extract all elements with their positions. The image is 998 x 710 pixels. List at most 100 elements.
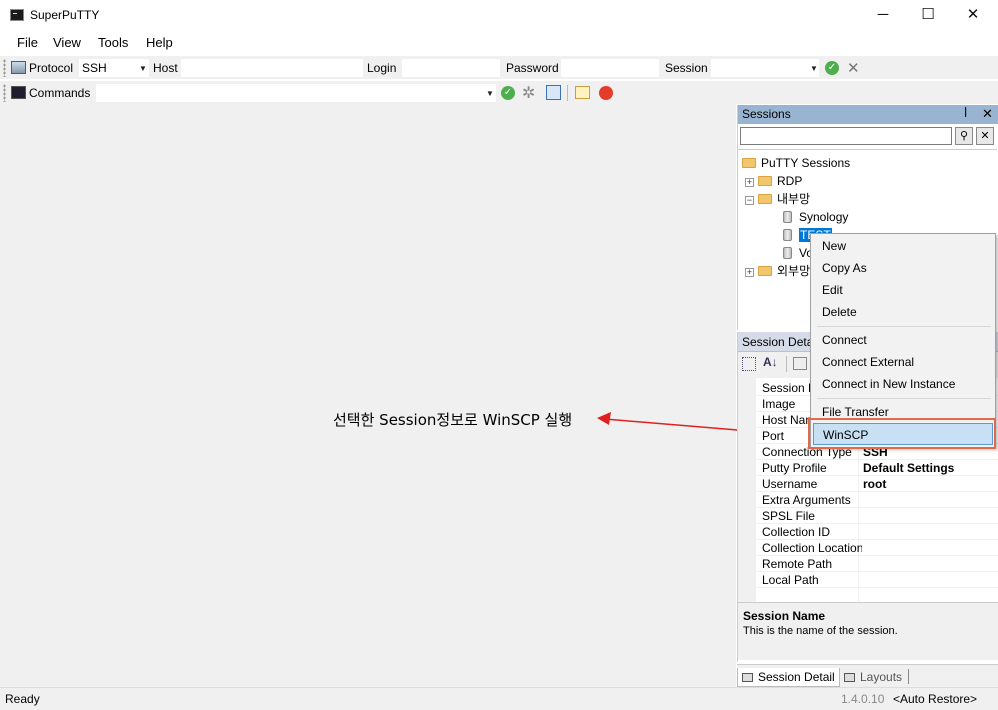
toolbar-grip[interactable] bbox=[3, 59, 6, 77]
menu-item-new[interactable]: New bbox=[813, 235, 993, 257]
tab-layouts[interactable]: Layouts bbox=[840, 668, 906, 687]
close-button[interactable]: ✕ bbox=[950, 0, 996, 30]
detail-panel-title: Session Detail bbox=[742, 335, 819, 349]
panel-tabs: Session Detail Layouts bbox=[737, 664, 998, 687]
sort-alpha-icon[interactable]: A↓ bbox=[763, 355, 778, 369]
property-row[interactable]: Username root bbox=[738, 476, 998, 492]
property-name: Putty Profile bbox=[762, 461, 827, 475]
commands-label: Commands bbox=[29, 86, 91, 100]
commands-input[interactable] bbox=[96, 84, 496, 102]
sessions-panel-header: Sessions ꟾ ✕ bbox=[738, 105, 998, 124]
app-icon bbox=[10, 9, 24, 21]
property-value[interactable]: Default Settings bbox=[863, 461, 954, 475]
description-title: Session Name bbox=[743, 609, 826, 623]
refresh-icon[interactable] bbox=[546, 85, 561, 100]
collapse-icon[interactable]: − bbox=[745, 196, 754, 205]
maximize-button[interactable]: ☐ bbox=[905, 0, 951, 30]
version-label: 1.4.0.10 bbox=[841, 692, 885, 706]
session-icon bbox=[783, 247, 792, 259]
pin-icon[interactable]: ꟾ bbox=[964, 107, 967, 120]
sessions-search-input[interactable] bbox=[740, 127, 952, 145]
description-text: This is the name of the session. bbox=[743, 625, 898, 637]
login-input[interactable] bbox=[402, 59, 500, 77]
tree-node-internal[interactable]: − 내부망 bbox=[745, 190, 810, 208]
broadcast-icon[interactable]: ✲ bbox=[522, 83, 535, 103]
menu-separator bbox=[817, 398, 991, 399]
window-icon bbox=[844, 673, 855, 682]
menu-help[interactable]: Help bbox=[146, 35, 173, 50]
tree-node-external[interactable]: + 외부망 bbox=[745, 262, 810, 280]
property-row[interactable]: Collection Location bbox=[738, 540, 998, 556]
tree-node-label: 외부망 bbox=[777, 264, 811, 278]
tree-node-rdp[interactable]: + RDP bbox=[745, 172, 802, 190]
expand-icon[interactable]: + bbox=[745, 268, 754, 277]
window-icon bbox=[742, 673, 753, 682]
main-workspace bbox=[0, 104, 736, 687]
login-label: Login bbox=[367, 61, 397, 75]
folder-icon bbox=[758, 176, 772, 186]
menu-item-copy-as[interactable]: Copy As bbox=[813, 257, 993, 279]
tree-node-v[interactable]: Vo bbox=[783, 244, 813, 262]
menu-item-connect-new-instance[interactable]: Connect in New Instance bbox=[813, 373, 993, 395]
property-name: Collection Location bbox=[762, 541, 862, 555]
property-row[interactable]: SPSL File bbox=[738, 508, 998, 524]
session-icon bbox=[783, 211, 792, 223]
computer-icon bbox=[11, 61, 26, 74]
folder-open-icon bbox=[742, 158, 756, 168]
property-row[interactable]: Collection ID bbox=[738, 524, 998, 540]
commands-toolbar: Commands ▼ ✓ ✲ bbox=[0, 80, 998, 104]
toolbar-grip[interactable] bbox=[3, 84, 6, 102]
menu-file[interactable]: File bbox=[17, 35, 38, 50]
title-bar: SuperPuTTY ─ ☐ ✕ bbox=[0, 0, 998, 32]
host-input[interactable] bbox=[181, 59, 363, 77]
edit-icon[interactable] bbox=[575, 86, 590, 99]
menu-item-edit[interactable]: Edit bbox=[813, 279, 993, 301]
tree-node-synology[interactable]: Synology bbox=[783, 208, 848, 226]
menu-tools[interactable]: Tools bbox=[98, 35, 128, 50]
property-row[interactable]: Local Path bbox=[738, 572, 998, 588]
connect-icon[interactable]: ✓ bbox=[825, 61, 839, 75]
tab-session-detail[interactable]: Session Detail bbox=[737, 668, 840, 687]
tab-divider bbox=[908, 669, 909, 684]
stop-icon[interactable] bbox=[599, 86, 613, 100]
host-label: Host bbox=[153, 61, 178, 75]
tab-label: Layouts bbox=[860, 670, 903, 684]
window-title: SuperPuTTY bbox=[30, 8, 100, 22]
categorized-icon[interactable] bbox=[742, 357, 756, 371]
folder-open-icon bbox=[758, 194, 772, 204]
tree-node-label: 내부망 bbox=[777, 192, 811, 206]
close-icon[interactable]: ✕ bbox=[982, 106, 993, 122]
property-pages-icon[interactable] bbox=[793, 357, 807, 370]
password-input[interactable] bbox=[561, 59, 659, 77]
send-icon[interactable]: ✓ bbox=[501, 86, 515, 100]
property-name: Remote Path bbox=[762, 557, 833, 571]
minimize-button[interactable]: ─ bbox=[860, 0, 906, 30]
binoculars-icon[interactable]: ⚲ bbox=[955, 127, 973, 145]
chevron-down-icon: ▼ bbox=[486, 89, 494, 98]
tree-root[interactable]: PuTTY Sessions bbox=[742, 154, 850, 172]
status-text: Ready bbox=[5, 692, 40, 706]
folder-icon bbox=[758, 266, 772, 276]
protocol-label: Protocol bbox=[29, 61, 74, 75]
property-row[interactable]: Remote Path bbox=[738, 556, 998, 572]
session-icon bbox=[783, 229, 792, 241]
property-row[interactable]: Putty Profile Default Settings bbox=[738, 460, 998, 476]
property-name: SPSL File bbox=[762, 509, 815, 523]
menu-view[interactable]: View bbox=[53, 35, 81, 50]
property-name: Local Path bbox=[762, 573, 819, 587]
clear-icon[interactable]: ✕ bbox=[847, 59, 860, 77]
auto-restore-label[interactable]: <Auto Restore> bbox=[893, 692, 977, 706]
property-name: Collection ID bbox=[762, 525, 831, 539]
status-bar: Ready 1.4.0.10 <Auto Restore> bbox=[0, 687, 998, 710]
connection-toolbar: Protocol SSH ▼ Host Login Password Sessi… bbox=[0, 55, 998, 79]
clear-search-icon[interactable]: ✕ bbox=[976, 127, 994, 145]
session-context-menu: New Copy As Edit Delete Connect Connect … bbox=[810, 233, 996, 448]
menu-item-connect-external[interactable]: Connect External bbox=[813, 351, 993, 373]
menu-item-delete[interactable]: Delete bbox=[813, 301, 993, 323]
property-row[interactable]: Extra Arguments bbox=[738, 492, 998, 508]
expand-icon[interactable]: + bbox=[745, 178, 754, 187]
session-select[interactable] bbox=[711, 59, 819, 77]
property-description: Session Name This is the name of the ses… bbox=[738, 602, 998, 660]
property-value[interactable]: root bbox=[863, 477, 886, 491]
menu-item-connect[interactable]: Connect bbox=[813, 329, 993, 351]
